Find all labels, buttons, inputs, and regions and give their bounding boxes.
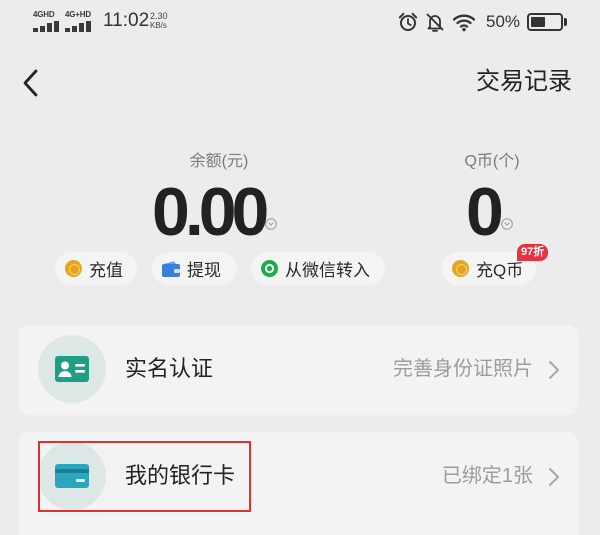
qcoin-value: 0: [466, 174, 504, 250]
id-card-icon: [55, 356, 89, 382]
bank-card-icon-circle: [38, 442, 106, 510]
status-bar: 4GHD 4G+HD 11:02 2.30 KB/s 50%: [0, 0, 600, 44]
signal-icon: [33, 21, 61, 32]
balance-label: 余额(元): [189, 153, 249, 170]
sim1-signal: 4GHD: [33, 10, 63, 34]
chevron-right-icon: [549, 468, 559, 486]
list-item-real-name-verification[interactable]: 实名认证 完善身份证照片: [18, 325, 578, 415]
battery-icon: [527, 13, 563, 31]
list-item-title: 实名认证: [125, 356, 214, 381]
recharge-label: 充值: [89, 261, 123, 280]
wifi-icon: [452, 12, 476, 37]
withdraw-label: 提现: [187, 261, 221, 280]
battery-fill: [531, 17, 545, 27]
list-item-detail: 完善身份证照片: [393, 358, 533, 380]
qcoin-label: Q币(个): [464, 153, 520, 170]
network-speed-unit: KB/s: [150, 21, 167, 30]
clock: 11:02: [103, 10, 150, 31]
chevron-right-icon: [549, 361, 559, 379]
chevron-circle-icon[interactable]: [501, 217, 513, 235]
discount-badge: 97折: [517, 244, 549, 261]
id-card-icon-circle: [38, 335, 106, 403]
alarm-icon: [397, 11, 419, 38]
balance-value: 0.00: [152, 174, 269, 250]
list-item-my-bank-cards[interactable]: 我的银行卡 已绑定1张: [18, 432, 578, 535]
sim2-network-label: 4G+HD: [65, 10, 91, 19]
back-button[interactable]: [22, 68, 40, 103]
list-item-title: 我的银行卡: [125, 463, 236, 488]
battery-percentage: 50%: [486, 12, 521, 31]
bell-mute-icon: [424, 11, 446, 38]
network-speed: 2.30 KB/s: [150, 11, 168, 31]
withdraw-button[interactable]: 提现: [152, 252, 237, 285]
battery-nub: [564, 18, 567, 26]
wechat-transfer-button[interactable]: 从微信转入: [251, 252, 385, 285]
sim2-signal: 4G+HD: [65, 10, 95, 34]
bank-card-icon: [55, 464, 89, 488]
wallet-icon: [162, 260, 180, 277]
sim1-network-label: 4GHD: [33, 10, 55, 19]
coin-icon: [65, 260, 82, 277]
list-item-detail: 已绑定1张: [441, 465, 533, 487]
network-speed-value: 2.30: [150, 11, 168, 21]
coin-icon: [452, 260, 469, 277]
back-arrow-icon: [23, 69, 38, 97]
wechat-transfer-label: 从微信转入: [285, 261, 370, 280]
recharge-button[interactable]: 充值: [55, 252, 137, 285]
transaction-records-link[interactable]: 交易记录: [476, 70, 572, 94]
chevron-circle-icon[interactable]: [265, 217, 277, 235]
signal-icon: [65, 21, 93, 32]
wechat-pay-icon: [261, 260, 278, 277]
